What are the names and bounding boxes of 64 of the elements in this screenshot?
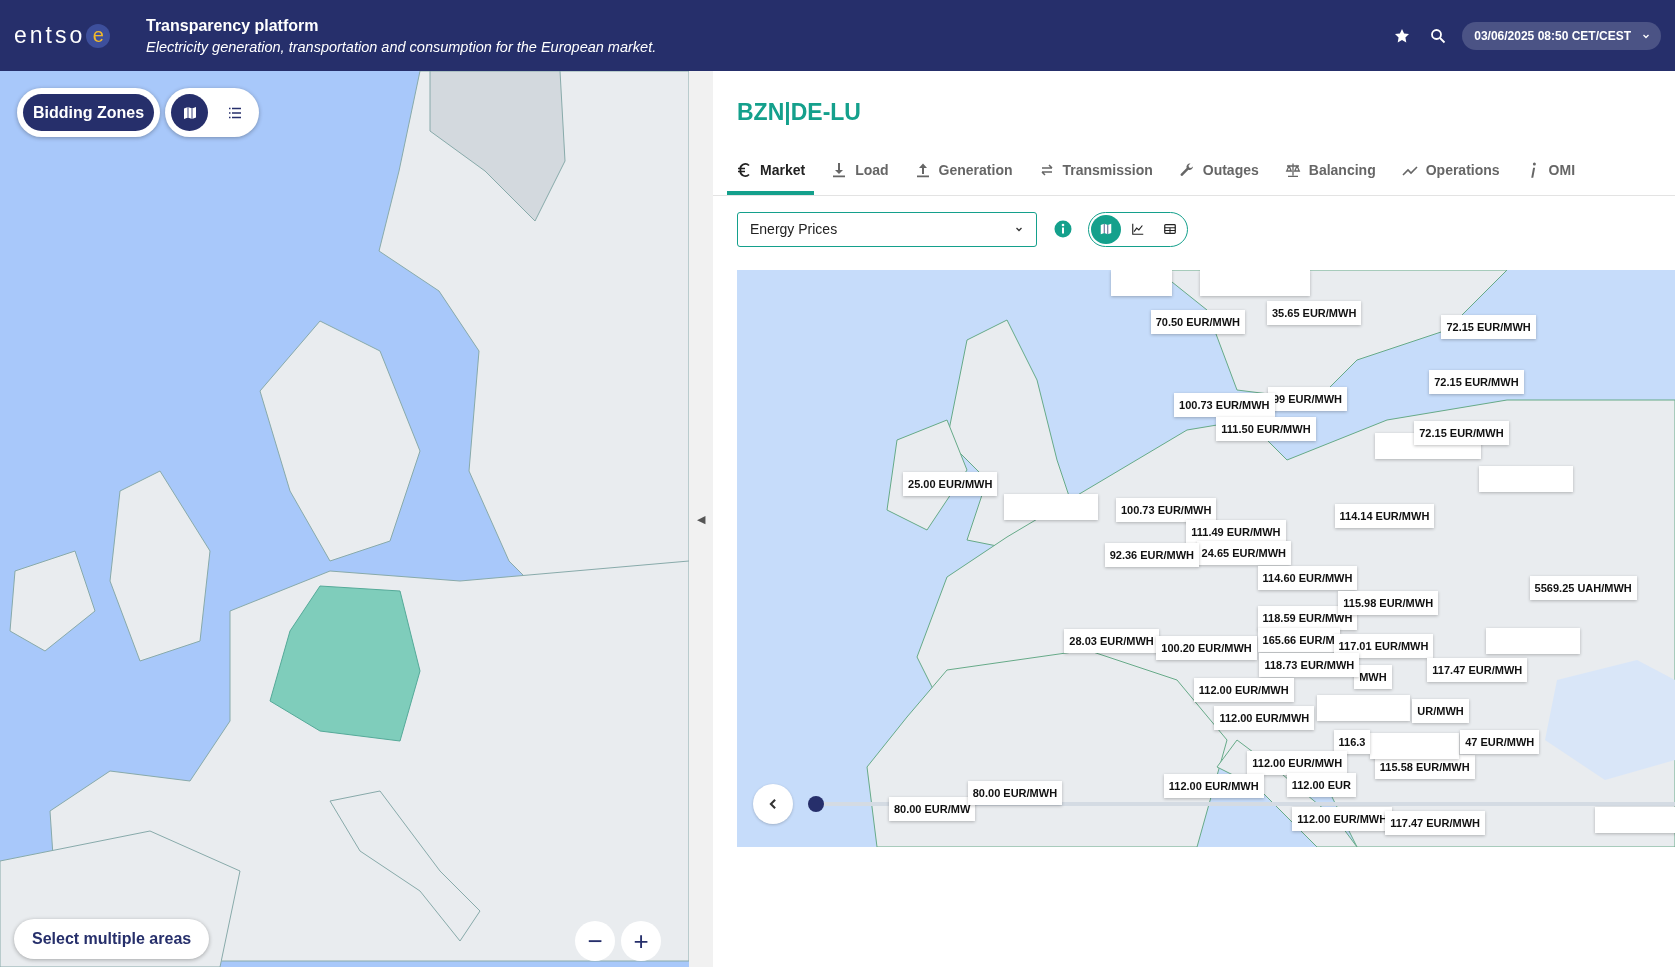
tab[interactable]: Operations	[1392, 152, 1509, 195]
price-label: 118.73 EUR/MWH	[1259, 653, 1360, 678]
date-time-dropdown[interactable]: 03/06/2025 08:50 CET/CEST	[1462, 21, 1661, 50]
price-label: 116.3	[1333, 730, 1371, 755]
price-label: 100.20 EUR/MWH	[1156, 636, 1257, 661]
price-label: 100.73 EUR/MWH	[1174, 392, 1275, 417]
price-label: 35.65 EUR/MWH	[1266, 301, 1362, 326]
price-label: 72.15 EUR/MWH	[1429, 370, 1524, 395]
price-label: 80.00 EUR/MWH	[967, 780, 1063, 805]
price-label: 117.47 EUR/MWH	[1427, 657, 1528, 682]
search-icon	[1430, 27, 1447, 44]
logo-text: entso	[14, 22, 86, 49]
price-label: 117.47 EUR/MWH	[1385, 810, 1486, 835]
transfer-arrows-icon	[1038, 162, 1055, 178]
price-label: 112.00 EUR/MWH	[1163, 774, 1264, 799]
tab[interactable]: Market	[727, 152, 815, 195]
tab[interactable]: Balancing	[1275, 152, 1385, 195]
tab[interactable]: Outages	[1169, 152, 1268, 195]
price-label: 112.00 EUR/MWH	[1247, 750, 1348, 775]
download-icon	[831, 162, 848, 178]
price-label: 28.03 EUR/MWH	[1064, 628, 1159, 653]
map-icon	[181, 104, 198, 121]
price-label: 112.00 EUR/MWH	[1193, 677, 1294, 702]
price-label: 72.15 EUR/MWH	[1441, 315, 1536, 339]
area-title: BZN|DE-LU	[737, 99, 862, 126]
price-label: 112.00 EUR	[1286, 773, 1356, 798]
tab[interactable]: Load	[822, 152, 898, 195]
map-icon	[1099, 222, 1113, 236]
price-label: 92.36 EUR/MWH	[1104, 543, 1200, 568]
info-icon	[1054, 220, 1072, 238]
price-label: 47 EUR/MWH	[1460, 730, 1540, 755]
price-label: 111.50 EUR/MWH	[1216, 416, 1316, 441]
logo-mark: e	[86, 23, 111, 48]
wrench-icon	[1178, 162, 1195, 178]
app-title: Transparency platform	[146, 16, 320, 35]
price-label: 112.00 EUR/MWH	[1214, 706, 1315, 731]
price-label: 100.73 EUR/MWH	[1115, 498, 1217, 523]
empty-label	[1111, 270, 1173, 296]
price-label: 114.14 EUR/MWH	[1334, 504, 1435, 529]
balance-scale-icon	[1284, 162, 1301, 178]
price-label: 24.65 EUR/MWH	[1196, 541, 1291, 566]
price-label: 5569.25 UAH/MWH	[1529, 575, 1637, 600]
star-icon	[1394, 27, 1411, 44]
tab[interactable]: Generation	[905, 152, 1022, 195]
price-label: 70.50 EUR/MWH	[1150, 309, 1245, 334]
price-label: 25.00 EUR/MWH	[903, 471, 998, 496]
price-label: UR/MWH	[1412, 698, 1469, 723]
tab[interactable]: OMI	[1516, 152, 1585, 195]
price-label: 72.15 EUR/MWH	[1414, 420, 1509, 445]
info-button[interactable]	[1054, 220, 1072, 238]
info-letter-icon	[1530, 162, 1536, 178]
euro-icon	[736, 162, 752, 178]
bidding-zones-button[interactable]: Bidding Zones	[23, 94, 155, 131]
map-view-button[interactable]	[171, 94, 208, 131]
app-subtitle: Electricity generation, transportation and consumption for the European market.	[146, 38, 658, 55]
dataset-select[interactable]: Energy Prices	[737, 211, 1037, 247]
price-label: 115.98 EUR/MWH	[1338, 590, 1439, 615]
select-multiple-areas-button[interactable]: Select multiple areas	[14, 919, 210, 959]
collapse-panel-button[interactable]: ◀	[697, 512, 705, 526]
upload-icon	[914, 162, 931, 178]
tab[interactable]: Transmission	[1029, 152, 1162, 195]
price-label: 114.60 EUR/MWH	[1257, 566, 1358, 590]
table-icon	[1163, 222, 1177, 236]
line-chart-icon	[1131, 222, 1145, 236]
